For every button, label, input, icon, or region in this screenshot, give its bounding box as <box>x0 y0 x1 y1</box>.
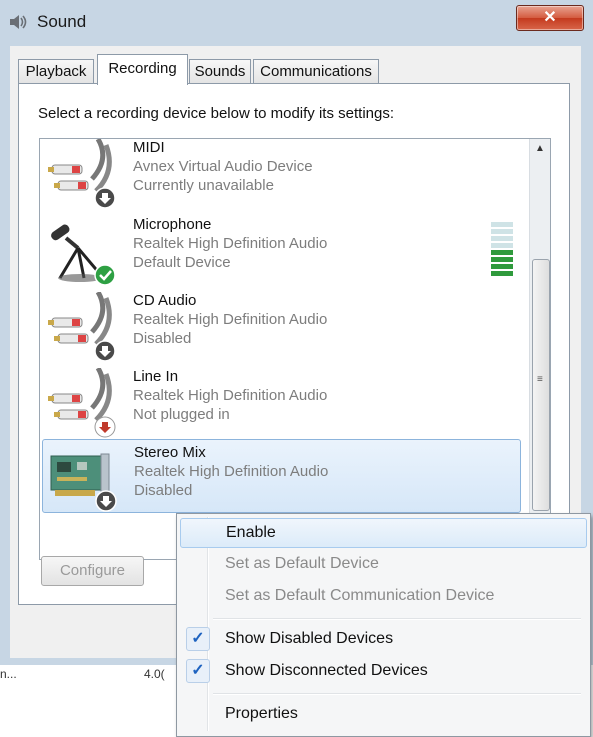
unplugged-arrow-icon <box>94 416 116 438</box>
input-level-meter <box>491 222 513 282</box>
device-name: Line In <box>133 368 179 385</box>
grip-icon: ≡ <box>537 374 543 385</box>
device-driver: Realtek High Definition Audio <box>133 311 328 328</box>
menu-item-label: Set as Default Communication Device <box>225 587 495 604</box>
device-status: Disabled <box>133 330 192 347</box>
list-item-stereo-mix[interactable]: Stereo Mix Realtek High Definition Audio… <box>42 439 521 513</box>
menu-separator <box>213 693 581 695</box>
configure-button[interactable]: Configure <box>41 556 144 586</box>
device-status: Currently unavailable <box>133 177 274 194</box>
disabled-arrow-icon <box>95 490 117 512</box>
menu-item-set-default-communication-device[interactable]: Set as Default Communication Device <box>180 582 585 610</box>
device-status: Not plugged in <box>133 406 230 423</box>
tab-sounds[interactable]: Sounds <box>189 59 251 84</box>
menu-item-set-default-device[interactable]: Set as Default Device <box>180 550 585 578</box>
device-name: Stereo Mix <box>134 444 206 461</box>
device-status: Default Device <box>133 254 231 271</box>
list-item-cd-audio[interactable]: CD Audio Realtek High Definition Audio D… <box>42 288 519 362</box>
device-name: MIDI <box>133 139 165 156</box>
speaker-icon <box>10 15 27 29</box>
window-title: Sound <box>37 12 87 31</box>
list-item-line-in[interactable]: Line In Realtek High Definition Audio No… <box>42 364 519 438</box>
menu-separator <box>213 618 581 620</box>
menu-item-label: Enable <box>226 524 276 541</box>
menu-item-enable[interactable]: Enable <box>180 518 587 548</box>
menu-item-label: Show Disconnected Devices <box>225 662 428 679</box>
device-status: Disabled <box>134 482 193 499</box>
tab-recording[interactable]: Recording <box>97 54 188 85</box>
close-button[interactable]: ✕ <box>516 5 584 31</box>
device-driver: Realtek High Definition Audio <box>133 387 328 404</box>
instruction-text: Select a recording device below to modif… <box>38 105 395 122</box>
checkmark-icon: ✓ <box>191 630 205 647</box>
context-menu: Enable Set as Default Device Set as Defa… <box>176 513 591 737</box>
default-check-icon <box>94 264 116 286</box>
device-list[interactable]: MIDI Avnex Virtual Audio Device Currentl… <box>39 138 551 560</box>
device-name: Microphone <box>133 216 212 233</box>
list-item-microphone[interactable]: Microphone Realtek High Definition Audio… <box>42 212 519 286</box>
disabled-arrow-icon <box>94 340 116 362</box>
disabled-arrow-icon <box>94 187 116 209</box>
menu-item-label: Show Disabled Devices <box>225 630 394 647</box>
title-bar[interactable]: Sound ✕ <box>0 0 593 44</box>
scroll-thumb[interactable]: ≡ <box>532 259 550 511</box>
menu-item-properties[interactable]: Properties <box>180 700 585 728</box>
menu-item-label: Set as Default Device <box>225 555 379 572</box>
scroll-up-arrow-icon[interactable]: ▲ <box>530 139 550 159</box>
device-driver: Avnex Virtual Audio Device <box>133 158 313 175</box>
tab-playback[interactable]: Playback <box>18 59 94 84</box>
list-item-midi[interactable]: MIDI Avnex Virtual Audio Device Currentl… <box>42 139 519 209</box>
menu-item-show-disconnected-devices[interactable]: ✓ Show Disconnected Devices <box>180 657 585 685</box>
tab-communications[interactable]: Communications <box>253 59 379 84</box>
background-text-right: 4.0( <box>144 667 165 681</box>
device-driver: Realtek High Definition Audio <box>134 463 329 480</box>
device-list-scrollbar[interactable]: ▲ ≡ <box>529 139 550 559</box>
device-driver: Realtek High Definition Audio <box>133 235 328 252</box>
background-text-left: n... <box>0 667 17 681</box>
menu-item-label: Properties <box>225 705 298 722</box>
device-name: CD Audio <box>133 292 197 309</box>
menu-item-show-disabled-devices[interactable]: ✓ Show Disabled Devices <box>180 625 585 653</box>
checkmark-icon: ✓ <box>191 662 205 679</box>
